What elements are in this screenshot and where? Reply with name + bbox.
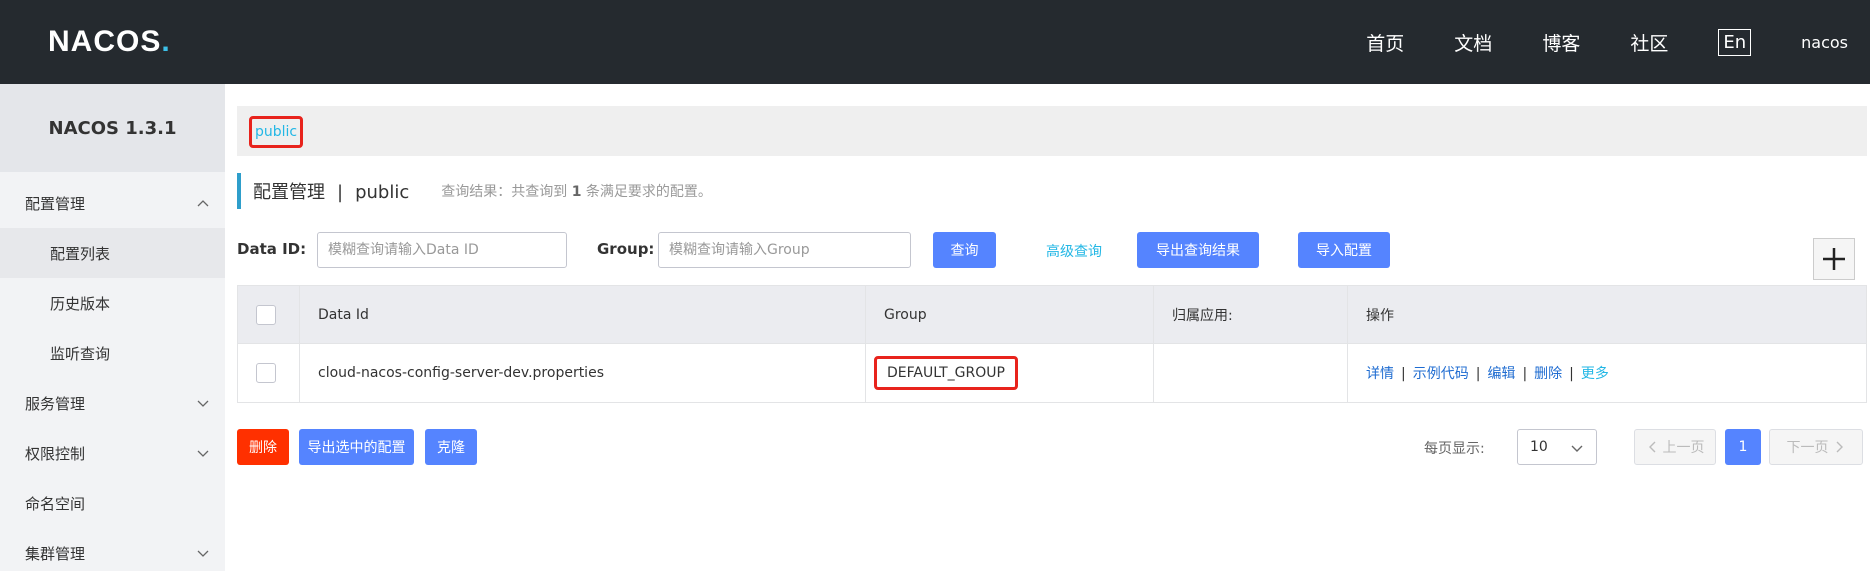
column-header-operations: 操作 [1347,285,1867,344]
nav-docs[interactable]: 文档 [1454,29,1492,56]
logo-dot: . [161,25,171,58]
logo-text: NACOS [48,25,162,58]
page-title-separator: | [337,182,344,203]
version-title: NACOS 1.3.1 [0,84,225,172]
group-search-input[interactable] [658,232,911,268]
op-separator: | [1401,366,1406,382]
page-header: 配置管理 | public 查询结果：共查询到 1 条满足要求的配置。 [237,173,712,209]
add-config-button[interactable] [1813,238,1855,280]
page-title: 配置管理 | public [253,178,409,204]
select-all-checkbox[interactable] [256,304,276,325]
namespace-public-link[interactable]: public [249,116,303,148]
query-button[interactable]: 查询 [933,232,996,268]
detail-link[interactable]: 详情 [1366,366,1394,382]
chevron-down-icon [197,400,209,407]
nav-blog[interactable]: 博客 [1542,29,1580,56]
sidebar-item-listener-query[interactable]: 监听查询 [0,328,225,378]
search-row: Data ID: Group: 查询 高级查询 导出查询结果 导入配置 [237,232,1867,268]
plus-icon [1823,248,1845,270]
delete-link[interactable]: 删除 [1534,366,1562,382]
sidebar-item-config-management[interactable]: 配置管理 [0,178,225,228]
sidebar-item-label: 配置列表 [50,244,111,263]
page-title-namespace: public [355,182,410,203]
chevron-down-icon [1571,445,1583,452]
delete-selected-button[interactable]: 删除 [237,429,289,465]
sidebar-item-label: 权限控制 [25,444,86,463]
sidebar-item-label: 历史版本 [50,294,111,313]
cell-app [1153,343,1348,403]
main-content: public 配置管理 | public 查询结果：共查询到 1 条满足要求的配置。… [225,84,1870,571]
export-results-button[interactable]: 导出查询结果 [1137,232,1259,268]
sidebar-item-label: 服务管理 [25,394,86,413]
chevron-left-icon [1648,441,1655,453]
table-header-row: Data Id Group 归属应用: 操作 [237,285,1867,344]
chevron-up-icon [197,200,209,207]
sidebar-item-label: 配置管理 [25,194,86,213]
nav-home[interactable]: 首页 [1366,29,1404,56]
column-header-app: 归属应用: [1153,285,1348,344]
chevron-right-icon [1836,441,1843,453]
page-size-label: 每页显示: [1424,441,1485,457]
query-result-text: 查询结果：共查询到 1 条满足要求的配置。 [441,181,712,201]
page-size-value: 10 [1530,439,1548,455]
op-separator: | [1475,366,1481,382]
cell-dataid: cloud-nacos-config-server-dev.properties [299,343,866,403]
row-select-cell [237,343,300,403]
prev-page-button[interactable]: 上一页 [1634,429,1716,465]
query-result-count: 1 [571,184,582,200]
sidebar-item-service-management[interactable]: 服务管理 [0,378,225,428]
config-table: Data Id Group 归属应用: 操作 cloud-nacos-confi… [237,285,1867,403]
nav-community[interactable]: 社区 [1630,29,1668,56]
chevron-down-icon [197,450,209,457]
cell-group: DEFAULT_GROUP [865,343,1154,403]
advanced-query-link[interactable]: 高级查询 [1046,241,1102,261]
query-result-prefix: 查询结果：共查询到 [441,184,568,200]
language-toggle-button[interactable]: En [1718,28,1752,56]
op-separator: | [1522,366,1528,382]
sidebar-item-label: 监听查询 [50,344,111,363]
table-row: cloud-nacos-config-server-dev.properties… [237,343,1867,403]
bottom-action-row: 删除 导出选中的配置 克隆 每页显示: 10 上一页 1 下一页 [237,429,1867,465]
group-value: DEFAULT_GROUP [874,356,1018,390]
row-checkbox[interactable] [256,363,276,383]
next-page-label: 下一页 [1786,440,1829,456]
nacos-logo[interactable]: NACOS. [48,22,171,62]
sidebar-item-config-list[interactable]: 配置列表 [0,228,225,278]
dataid-search-input[interactable] [317,232,567,268]
page-title-main: 配置管理 [253,182,325,203]
clone-button[interactable]: 克隆 [425,429,477,465]
title-accent-bar [237,173,241,209]
page-number-current[interactable]: 1 [1725,429,1761,465]
namespace-bar: public [237,106,1867,156]
column-header-dataid: Data Id [299,285,866,344]
sidebar-item-access-control[interactable]: 权限控制 [0,428,225,478]
more-link[interactable]: 更多 [1581,366,1609,382]
user-name[interactable]: nacos [1801,33,1848,52]
column-header-group: Group [865,285,1154,344]
import-config-button[interactable]: 导入配置 [1298,232,1390,268]
select-all-cell [237,285,300,344]
next-page-button[interactable]: 下一页 [1769,429,1863,465]
sidebar: NACOS 1.3.1 配置管理 配置列表 历史版本 监听查询 服务管理 权限控… [0,84,225,571]
export-selected-button[interactable]: 导出选中的配置 [299,429,414,465]
sidebar-item-label: 集群管理 [25,544,86,563]
top-navbar: NACOS. 首页 文档 博客 社区 En nacos [0,0,1870,84]
prev-page-label: 上一页 [1662,440,1705,456]
chevron-down-icon [197,550,209,557]
op-separator: | [1569,366,1574,382]
cell-operations: 详情 | 示例代码 | 编辑 | 删除 | 更多 [1347,343,1867,403]
sidebar-item-namespace[interactable]: 命名空间 [0,478,225,528]
top-nav: 首页 文档 博客 社区 En nacos [1366,0,1870,84]
sidebar-item-history[interactable]: 历史版本 [0,278,225,328]
group-label: Group: [597,240,655,258]
sample-code-link[interactable]: 示例代码 [1413,366,1469,382]
query-result-suffix: 条满足要求的配置。 [585,184,712,200]
dataid-label: Data ID: [237,240,307,258]
sidebar-item-label: 命名空间 [25,494,86,513]
edit-link[interactable]: 编辑 [1487,366,1515,382]
page-size-select[interactable]: 10 [1517,429,1597,465]
